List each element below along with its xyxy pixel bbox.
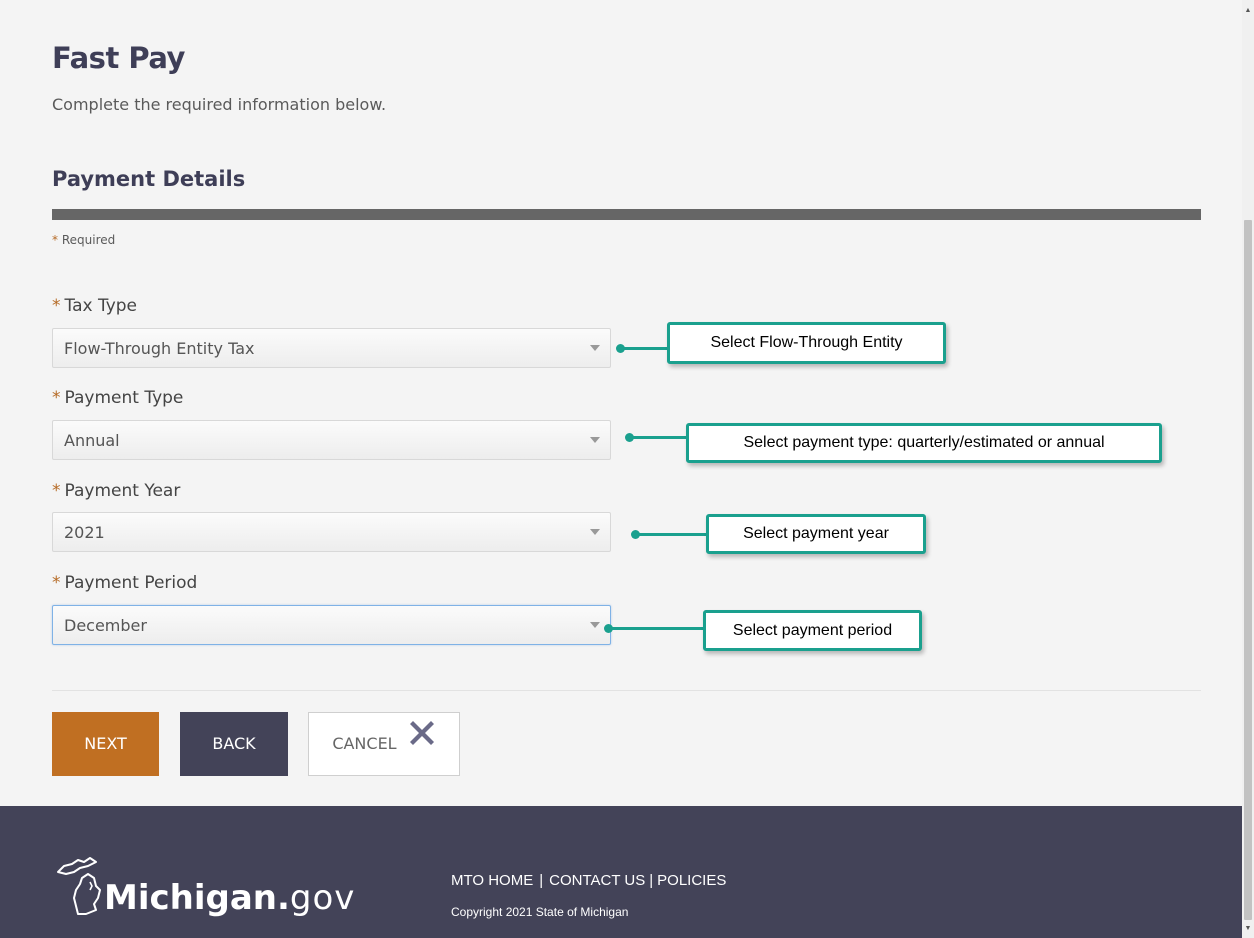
required-star: * <box>52 573 61 593</box>
payment-type-label: * Payment Type <box>52 388 183 408</box>
vertical-scrollbar[interactable]: ▲ ▼ <box>1242 0 1254 938</box>
payment-type-callout: Select payment type: quarterly/estimated… <box>686 423 1162 463</box>
close-x-icon <box>408 711 436 773</box>
payment-type-value: Annual <box>64 431 120 450</box>
section-divider-bar <box>52 209 1201 220</box>
payment-year-value: 2021 <box>64 523 105 542</box>
next-button[interactable]: NEXT <box>52 712 159 776</box>
required-star: * <box>52 296 61 316</box>
required-note: * Required <box>52 233 115 247</box>
dropdown-arrow-icon <box>590 529 600 535</box>
callout-connector-line <box>635 533 707 536</box>
back-button[interactable]: BACK <box>180 712 288 776</box>
page-title: Fast Pay <box>52 41 185 75</box>
tax-type-callout: Select Flow-Through Entity <box>667 322 946 364</box>
payment-period-label: * Payment Period <box>52 573 197 593</box>
callout-connector-line <box>629 436 687 439</box>
payment-period-callout: Select payment period <box>703 610 922 651</box>
tax-type-label-text: Tax Type <box>64 296 138 316</box>
footer-link-separator: | <box>539 872 544 889</box>
cancel-button[interactable]: CANCEL <box>308 712 460 776</box>
scroll-up-icon[interactable]: ▲ <box>1242 4 1254 18</box>
footer-link-mto-home[interactable]: MTO HOME <box>451 872 533 889</box>
callout-connector-line <box>620 347 668 350</box>
footer-links: MTO HOME | CONTACT US | POLICIES <box>451 872 726 889</box>
callout-connector-line <box>608 627 706 630</box>
payment-year-label-text: Payment Year <box>64 481 181 501</box>
logo-text-bold: Michigan. <box>104 878 290 918</box>
scroll-down-icon[interactable]: ▼ <box>1242 922 1254 936</box>
cancel-button-label: CANCEL <box>332 734 397 753</box>
site-footer: Michigan.gov MTO HOME | CONTACT US | POLICIE… <box>0 806 1242 938</box>
logo-text-thin: gov <box>289 878 356 918</box>
payment-period-select[interactable]: December <box>52 605 611 645</box>
section-title: Payment Details <box>52 167 246 191</box>
required-star: * <box>52 388 61 408</box>
payment-year-callout: Select payment year <box>706 514 926 554</box>
michigan-gov-logo[interactable]: Michigan.gov <box>104 878 355 918</box>
payment-period-label-text: Payment Period <box>64 573 198 593</box>
scroll-thumb[interactable] <box>1244 220 1252 920</box>
footer-link-contact-us[interactable]: CONTACT US <box>549 872 645 889</box>
required-star: * <box>52 481 61 501</box>
dropdown-arrow-icon <box>590 437 600 443</box>
footer-link-separator: | <box>649 872 654 889</box>
payment-period-value: December <box>64 616 147 635</box>
payment-type-select[interactable]: Annual <box>52 420 611 460</box>
form-divider <box>52 690 1201 691</box>
required-star: * <box>52 233 58 247</box>
payment-year-label: * Payment Year <box>52 481 180 501</box>
dropdown-arrow-icon <box>590 622 600 628</box>
footer-link-policies[interactable]: POLICIES <box>657 872 726 889</box>
payment-year-select[interactable]: 2021 <box>52 512 611 552</box>
required-note-text: Required <box>61 233 116 247</box>
tax-type-select[interactable]: Flow-Through Entity Tax <box>52 328 611 368</box>
payment-type-label-text: Payment Type <box>64 388 184 408</box>
tax-type-value: Flow-Through Entity Tax <box>64 339 255 358</box>
page-subtitle: Complete the required information below. <box>52 95 387 114</box>
tax-type-label: * Tax Type <box>52 296 137 316</box>
footer-copyright: Copyright 2021 State of Michigan <box>451 905 629 919</box>
dropdown-arrow-icon <box>590 345 600 351</box>
